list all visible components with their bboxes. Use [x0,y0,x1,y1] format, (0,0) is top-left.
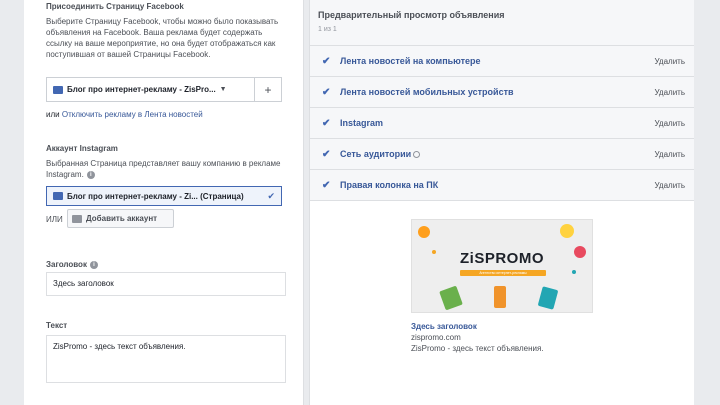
decoration-dot [572,270,576,274]
chevron-down-icon: ▼ [219,86,227,93]
instagram-account-selector[interactable]: Блог про интернет-рекламу - Zi... (Стран… [46,186,282,206]
preview-header: Предварительный просмотр объявления 1 из… [310,0,694,46]
disable-prefix: или [46,110,60,119]
hand-illustration [439,285,463,311]
info-icon[interactable]: i [89,260,98,269]
facebook-page-title: Присоединить Страницу Facebook [46,2,184,11]
remove-button[interactable]: Удалить [654,57,685,66]
checkmark-icon: ✔ [322,179,331,191]
ad-body-text: ZisPromo - здесь текст объявления. [411,344,544,353]
placement-desktop-feed[interactable]: ✔ Лента новостей на компьютере Удалить [310,46,694,77]
or-label: ИЛИ [46,215,63,224]
ad-domain: zispromo.com [411,333,461,342]
add-account-label: Добавить аккаунт [86,214,158,223]
info-icon[interactable]: i [86,170,95,179]
page-icon [53,85,63,94]
placement-label[interactable]: Правая колонка на ПК [340,180,654,190]
placement-instagram[interactable]: ✔ Instagram Удалить [310,108,694,139]
preview-title: Предварительный просмотр объявления [318,10,505,20]
placement-label[interactable]: Лента новостей на компьютере [340,56,654,66]
ad-image-logo: ZiSPROMO [459,250,544,267]
ad-image[interactable]: ZiSPROMO Агентство интернет-рекламы [411,219,593,313]
decoration-circle [560,224,574,238]
add-page-button[interactable]: + [255,78,281,101]
info-icon [413,151,421,159]
disable-feed-link[interactable]: Отключить рекламу в Лента новостей [62,110,203,119]
hand-illustration [494,286,506,308]
checkmark-icon: ✔ [322,55,331,67]
headline-label: Заголовок i [46,260,98,269]
instagram-description: Выбранная Страница представляет вашу ком… [46,159,281,179]
checkmark-icon: ✔ [267,190,275,201]
preview-count: 1 из 1 [318,26,337,33]
ad-preview-card[interactable]: ZiSPROMO Агентство интернет-рекламы Здес… [411,219,593,353]
ad-settings-panel: Присоединить Страницу Facebook Выберите … [24,0,304,405]
decoration-circle [418,226,430,238]
placement-label[interactable]: Сеть аудитории [340,149,654,159]
facebook-page-description: Выберите Страницу Facebook, чтобы можно … [46,17,279,59]
remove-button[interactable]: Удалить [654,88,685,97]
ad-headline[interactable]: Здесь заголовок [411,322,593,331]
remove-button[interactable]: Удалить [654,150,685,159]
page-icon [53,192,63,200]
remove-button[interactable]: Удалить [654,119,685,128]
hand-illustration [537,286,559,310]
placement-right-column[interactable]: ✔ Правая колонка на ПК Удалить [310,170,694,201]
headline-input[interactable]: Здесь заголовок [46,272,286,296]
add-account-button[interactable]: Добавить аккаунт [67,209,174,228]
ad-image-tagline-bar: Агентство интернет-рекламы [460,270,546,276]
placement-label[interactable]: Instagram [340,118,654,128]
instagram-icon [72,214,82,223]
placement-audience-network[interactable]: ✔ Сеть аудитории Удалить [310,139,694,170]
facebook-page-dropdown[interactable]: Блог про интернет-рекламу - ZisPro... ▼ [47,78,255,101]
instagram-account-title: Аккаунт Instagram [46,144,118,153]
facebook-page-selector[interactable]: Блог про интернет-рекламу - ZisPro... ▼ … [46,77,282,102]
remove-button[interactable]: Удалить [654,181,685,190]
ad-preview-panel: Предварительный просмотр объявления 1 из… [309,0,694,405]
selected-instagram-account: Блог про интернет-рекламу - Zi... (Стран… [67,191,244,201]
checkmark-icon: ✔ [322,86,331,98]
placement-label[interactable]: Лента новостей мобильных устройств [340,87,654,97]
disable-feed-line: или Отключить рекламу в Лента новостей [46,110,203,119]
checkmark-icon: ✔ [322,117,331,129]
text-label: Текст [46,321,68,330]
placement-mobile-feed[interactable]: ✔ Лента новостей мобильных устройств Уда… [310,77,694,108]
ad-text-input[interactable]: ZisPromo - здесь текст объявления. [46,335,286,383]
checkmark-icon: ✔ [322,148,331,160]
selected-page-name: Блог про интернет-рекламу - ZisPro... [67,85,216,94]
